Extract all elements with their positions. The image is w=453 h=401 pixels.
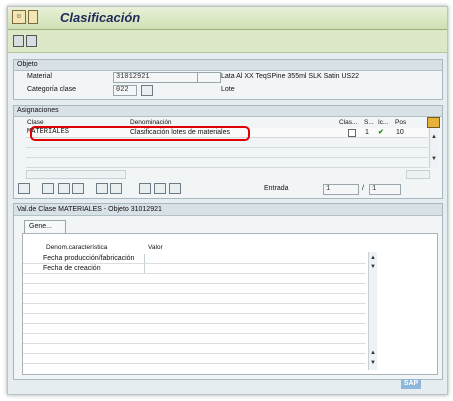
row-clas-checkbox[interactable] [348,129,356,137]
char-value-input[interactable] [144,254,307,263]
char-value-input[interactable] [144,264,307,273]
categoria-field[interactable]: 022 [113,85,137,96]
objeto-panel: Objeto Material 31012921 Lata Al XX TeqS… [13,59,443,100]
material-description: Lata Al XX TeqSPine 355ml SLK Satin US22 [221,73,360,80]
table-row[interactable] [23,314,366,324]
row-pos: 10 [396,129,404,136]
col-s: S... [364,119,374,126]
entrada-field[interactable]: 1 [323,184,359,195]
highlight-annotation [30,126,250,141]
table-row[interactable] [23,344,366,354]
entrada-total: 1 [369,184,401,195]
char-icon[interactable] [154,183,166,194]
window-title: Clasificación [60,10,141,25]
tab-general[interactable]: Gene... [24,220,66,233]
status-check-icon: ✔ [378,129,384,136]
objeto-title: Objeto [14,60,442,71]
table-settings-icon[interactable] [427,117,440,128]
entrada-label: Entrada [264,185,289,192]
char-name: Fecha producción/fabricación [43,255,135,262]
classification-window: ☺ Clasificación Objeto Material 31012921… [7,6,448,395]
scroll-down-arrow-icon[interactable]: ▼ [370,360,376,366]
entrada-separator: / [362,185,364,192]
row-s: 1 [365,129,369,136]
table-row[interactable] [26,158,428,168]
scroll-down-arrow-icon[interactable]: ▼ [370,264,376,270]
table-row[interactable] [23,284,366,294]
table-row[interactable]: Fecha de creación [23,264,366,274]
values-table: Denom.característica Valor Fecha producc… [22,233,438,375]
delete-row-icon[interactable] [110,183,122,194]
col-clas: Clas... [339,119,358,126]
navigate-icon[interactable] [42,183,54,194]
sap-logo: SAP [401,379,421,389]
assign-vertical-scrollbar[interactable]: ▲ ▼ [429,128,438,168]
detail-icon[interactable] [18,183,30,194]
scroll-up-arrow-icon[interactable]: ▲ [431,134,437,140]
table-row[interactable]: Fecha producción/fabricación [23,254,366,264]
values-vertical-scrollbar[interactable]: ▲ ▼ ▲ ▼ [368,252,377,370]
table-row[interactable] [23,354,366,364]
lote-label: Lote [221,86,235,93]
scroll-down-arrow-icon[interactable]: ▼ [431,156,437,162]
col-ic: Ic... [378,119,389,126]
valclase-title: Val.de Clase MATERIALES - Objeto 3101292… [14,204,442,216]
char-name: Fecha de creación [43,265,101,272]
table-row[interactable] [23,294,366,304]
assign-horizontal-scrollbar[interactable] [26,170,126,179]
assign-horizontal-scrollbar-right[interactable] [406,170,430,179]
categoria-help-button[interactable] [141,85,153,96]
valclase-panel: Val.de Clase MATERIALES - Objeto 3101292… [13,203,443,380]
asignaciones-title: Asignaciones [14,106,442,117]
save-as-icon[interactable] [26,35,37,47]
categoria-label: Categoría clase [27,86,77,93]
customize-icon[interactable] [28,10,38,24]
asignaciones-panel: Asignaciones Clase Denominación Clas... … [13,105,443,199]
move-down-icon[interactable] [58,183,70,194]
scroll-up-arrow-icon[interactable]: ▲ [370,255,376,261]
table-row[interactable] [26,148,428,158]
material-label: Material [27,73,52,80]
values-icon[interactable] [139,183,151,194]
material-field[interactable]: 31012921 [113,72,199,83]
table-row[interactable] [23,334,366,344]
col-valor: Valor [148,244,163,251]
table-row[interactable] [23,304,366,314]
move-up-icon[interactable] [72,183,84,194]
col-pos: Pos [395,119,407,126]
insert-row-icon[interactable] [96,183,108,194]
application-toolbar [8,30,447,53]
material-aux-field [197,72,221,83]
scroll-up-arrow-icon[interactable]: ▲ [370,350,376,356]
title-bar: ☺ Clasificación [8,7,447,30]
class-icon[interactable] [169,183,181,194]
table-row[interactable] [23,324,366,334]
table-row[interactable] [23,274,366,284]
system-menu-icon[interactable]: ☺ [12,10,26,24]
col-denom-caracteristica: Denom.característica [46,244,108,251]
save-icon[interactable] [13,35,24,47]
